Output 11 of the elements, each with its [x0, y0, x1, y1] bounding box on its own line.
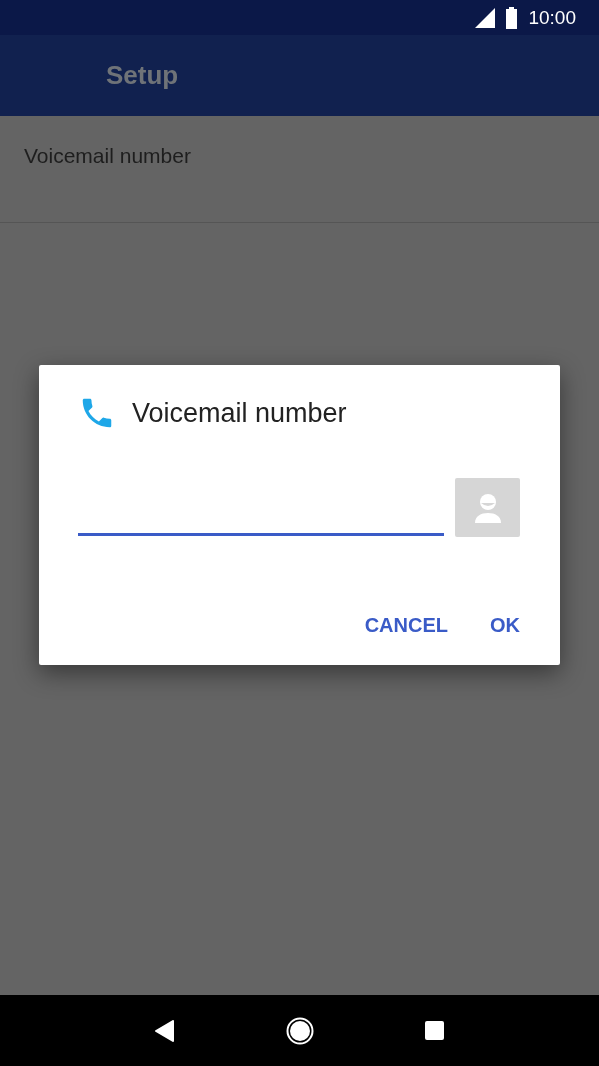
signal-icon: [475, 7, 496, 28]
dialog-title: Voicemail number: [132, 397, 347, 429]
app-title: Setup: [106, 60, 179, 91]
dialog-button[interactable]: CANCEL: [352, 604, 460, 647]
home-icon[interactable]: [286, 1016, 314, 1045]
person-icon: [472, 492, 503, 523]
back-icon[interactable]: [155, 1019, 176, 1042]
dialog-button[interactable]: OK: [478, 604, 532, 647]
clock: 10:00: [528, 6, 576, 29]
battery-icon: [505, 6, 519, 29]
recents-icon[interactable]: [424, 1021, 444, 1040]
